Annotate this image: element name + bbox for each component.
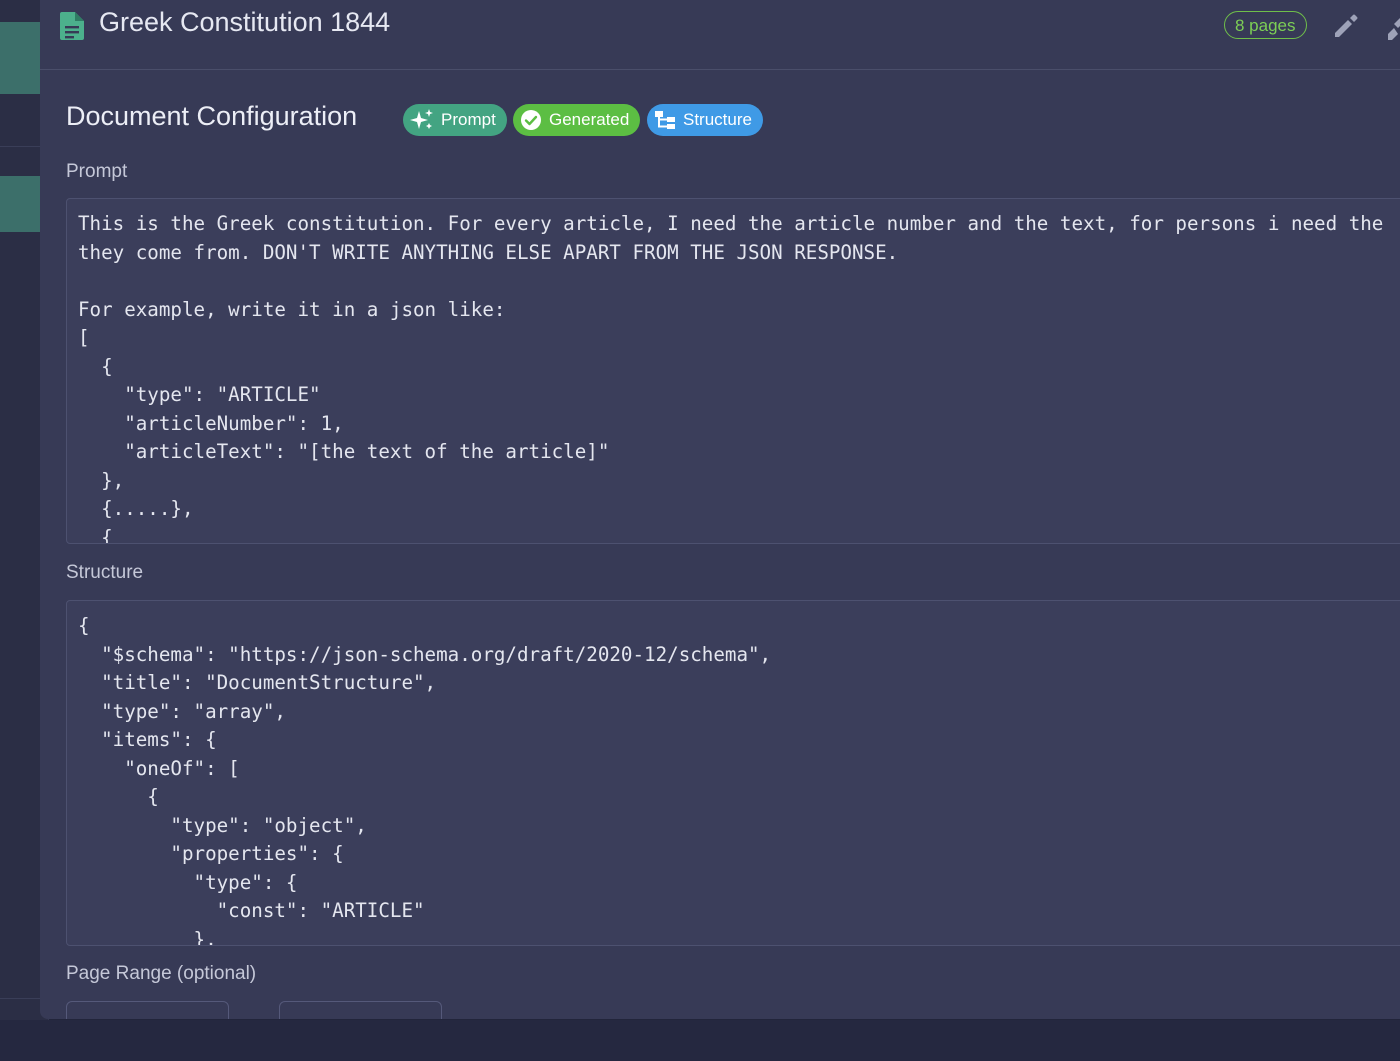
sparkles-icon — [410, 109, 433, 129]
pencil-icon[interactable] — [1332, 12, 1360, 40]
generated-badge[interactable]: Generated — [513, 104, 641, 136]
structure-badge[interactable]: Structure — [647, 104, 763, 136]
sidebar-item-active[interactable] — [0, 22, 40, 94]
bottom-bar — [0, 1020, 1400, 1061]
generated-badge-label: Generated — [549, 110, 630, 129]
document-icon — [60, 12, 84, 40]
page-range-start-input[interactable] — [66, 1001, 229, 1019]
pages-count-badge: 8 pages — [1224, 11, 1307, 39]
prompt-badge[interactable]: Prompt — [403, 104, 507, 136]
structure-label: Structure — [66, 562, 144, 583]
structure-text: { "$schema": "https://json-schema.org/dr… — [78, 614, 772, 946]
prompt-label: Prompt — [66, 161, 128, 182]
document-title: Greek Constitution 1844 — [99, 7, 391, 37]
structure-editor[interactable]: { "$schema": "https://json-schema.org/dr… — [66, 600, 1400, 946]
config-title: Document Configuration — [66, 101, 358, 131]
wrench-icon[interactable] — [1388, 14, 1400, 40]
page-range-end-input[interactable] — [279, 1001, 442, 1019]
sidebar-divider — [0, 998, 40, 999]
page-range-label: Page Range (optional) — [66, 963, 257, 984]
sidebar-divider — [0, 146, 40, 147]
hierarchy-icon — [655, 111, 675, 129]
prompt-text: This is the Greek constitution. For ever… — [78, 212, 1384, 544]
prompt-textarea[interactable]: This is the Greek constitution. For ever… — [66, 198, 1400, 544]
structure-badge-label: Structure — [683, 110, 752, 129]
prompt-badge-label: Prompt — [441, 110, 496, 129]
sidebar-item[interactable] — [0, 176, 40, 232]
document-header: Greek Constitution 1844 8 pages — [40, 0, 1400, 70]
check-circle-icon — [521, 110, 541, 130]
document-panel: Greek Constitution 1844 8 pages Document… — [40, 0, 1400, 1019]
